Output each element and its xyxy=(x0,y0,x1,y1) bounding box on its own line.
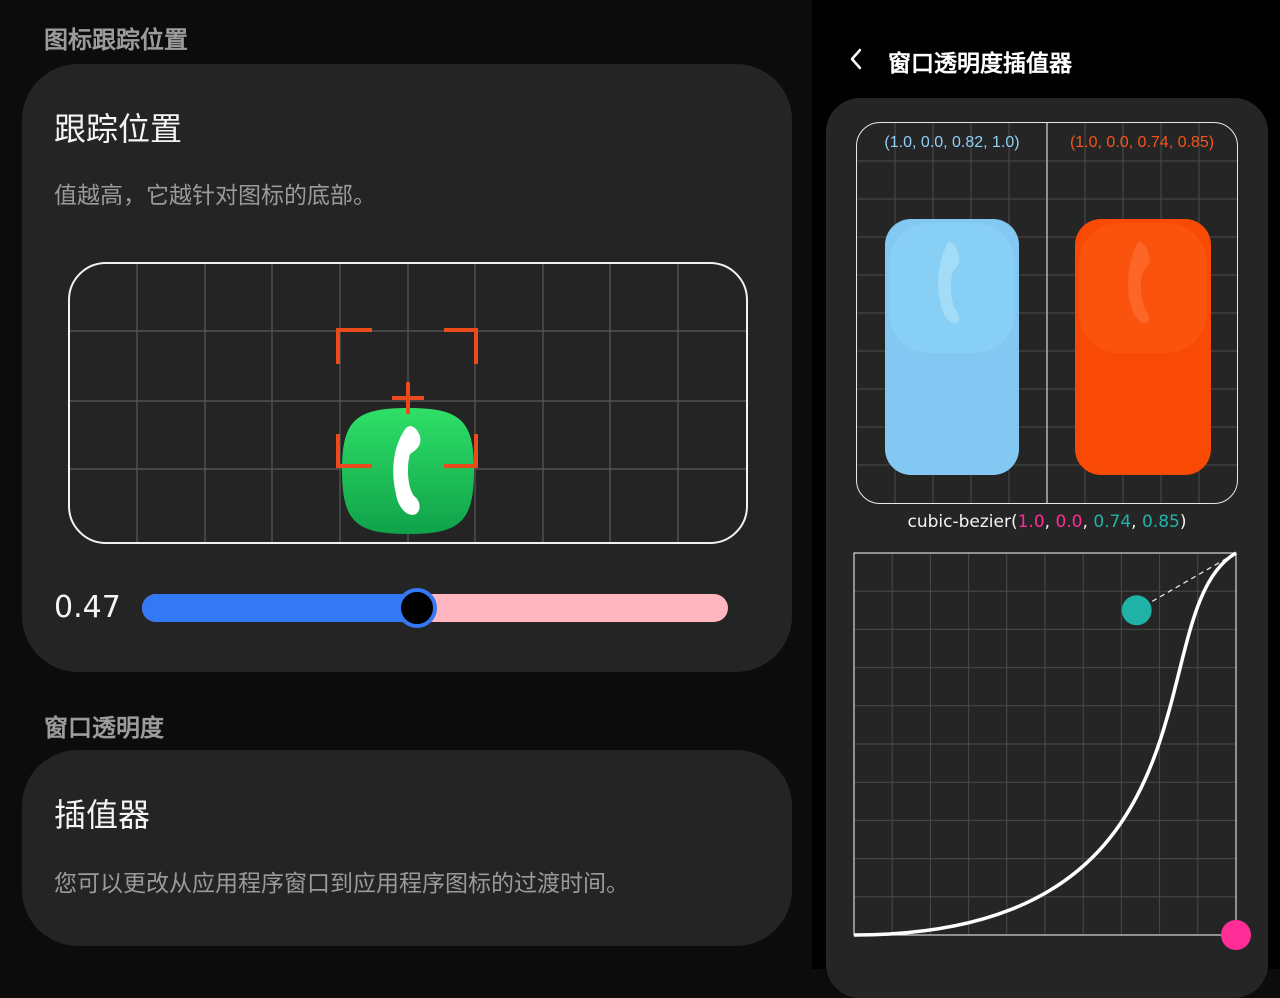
tracking-preview-grid xyxy=(68,262,748,544)
slider-value-label: 0.47 xyxy=(54,590,121,625)
bezier-sep: , xyxy=(1044,512,1056,532)
card-description-tracking: 值越高，它越针对图标的底部。 xyxy=(54,183,376,209)
bezier-y2: 0.85 xyxy=(1141,512,1180,532)
bezier-sep: , xyxy=(1131,512,1142,532)
preview-right-label: (1.0, 0.0, 0.74, 0.85) xyxy=(1070,134,1214,151)
tracking-slider-thumb[interactable] xyxy=(397,588,438,628)
tracking-position-card: 跟踪位置 值越高，它越针对图标的底部。 0.47 xyxy=(22,64,792,672)
section-title-window-opacity: 窗口透明度 xyxy=(44,714,164,742)
section-title-icon-tracking: 图标跟踪位置 xyxy=(44,26,188,54)
bezier-sep: , xyxy=(1082,512,1094,532)
preview-window-left xyxy=(885,219,1019,475)
chevron-left-icon xyxy=(850,48,862,70)
bezier-curve-svg xyxy=(853,551,1251,950)
cubic-bezier-label: cubic-bezier(1.0, 0.0, 0.74, 0.85) xyxy=(826,512,1268,532)
interpolator-panel: (1.0, 0.0, 0.82, 1.0) (1.0, 0.0, 0.74, 0… xyxy=(826,98,1268,998)
tracking-slider-fill xyxy=(142,594,418,622)
card-title-interpolator: 插值器 xyxy=(54,796,151,834)
preview-window-right xyxy=(1075,219,1211,475)
control-handle-line xyxy=(1136,552,1237,611)
bezier-x2: 0.74 xyxy=(1093,512,1132,532)
bezier-curve-editor[interactable] xyxy=(853,551,1251,950)
preview-grid-svg: (1.0, 0.0, 0.82, 1.0) (1.0, 0.0, 0.74, 0… xyxy=(857,123,1237,503)
grid-preview-svg xyxy=(70,264,746,542)
animation-preview: (1.0, 0.0, 0.82, 1.0) (1.0, 0.0, 0.74, 0… xyxy=(856,122,1238,504)
page-title: 窗口透明度插值器 xyxy=(888,51,1072,77)
bezier-y1: 0.0 xyxy=(1055,512,1083,532)
card-title-tracking: 跟踪位置 xyxy=(54,110,183,148)
interpolator-card[interactable]: 插值器 您可以更改从应用程序窗口到应用程序图标的过渡时间。 xyxy=(22,750,792,946)
bezier-suffix: ) xyxy=(1179,512,1187,532)
preview-left-label: (1.0, 0.0, 0.82, 1.0) xyxy=(884,134,1019,151)
settings-pane: 图标跟踪位置 跟踪位置 值越高，它越针对图标的底部。 0.47 窗口透明度 插值… xyxy=(0,0,812,969)
phone-app-icon xyxy=(342,408,474,534)
bezier-x1: 1.0 xyxy=(1017,512,1045,532)
card-description-interpolator: 您可以更改从应用程序窗口到应用程序图标的过渡时间。 xyxy=(54,871,629,897)
bezier-prefix: cubic-bezier( xyxy=(907,512,1018,532)
control-point-2-handle[interactable] xyxy=(1121,595,1152,626)
control-point-1-handle[interactable] xyxy=(1221,920,1251,950)
back-button[interactable] xyxy=(842,44,872,74)
